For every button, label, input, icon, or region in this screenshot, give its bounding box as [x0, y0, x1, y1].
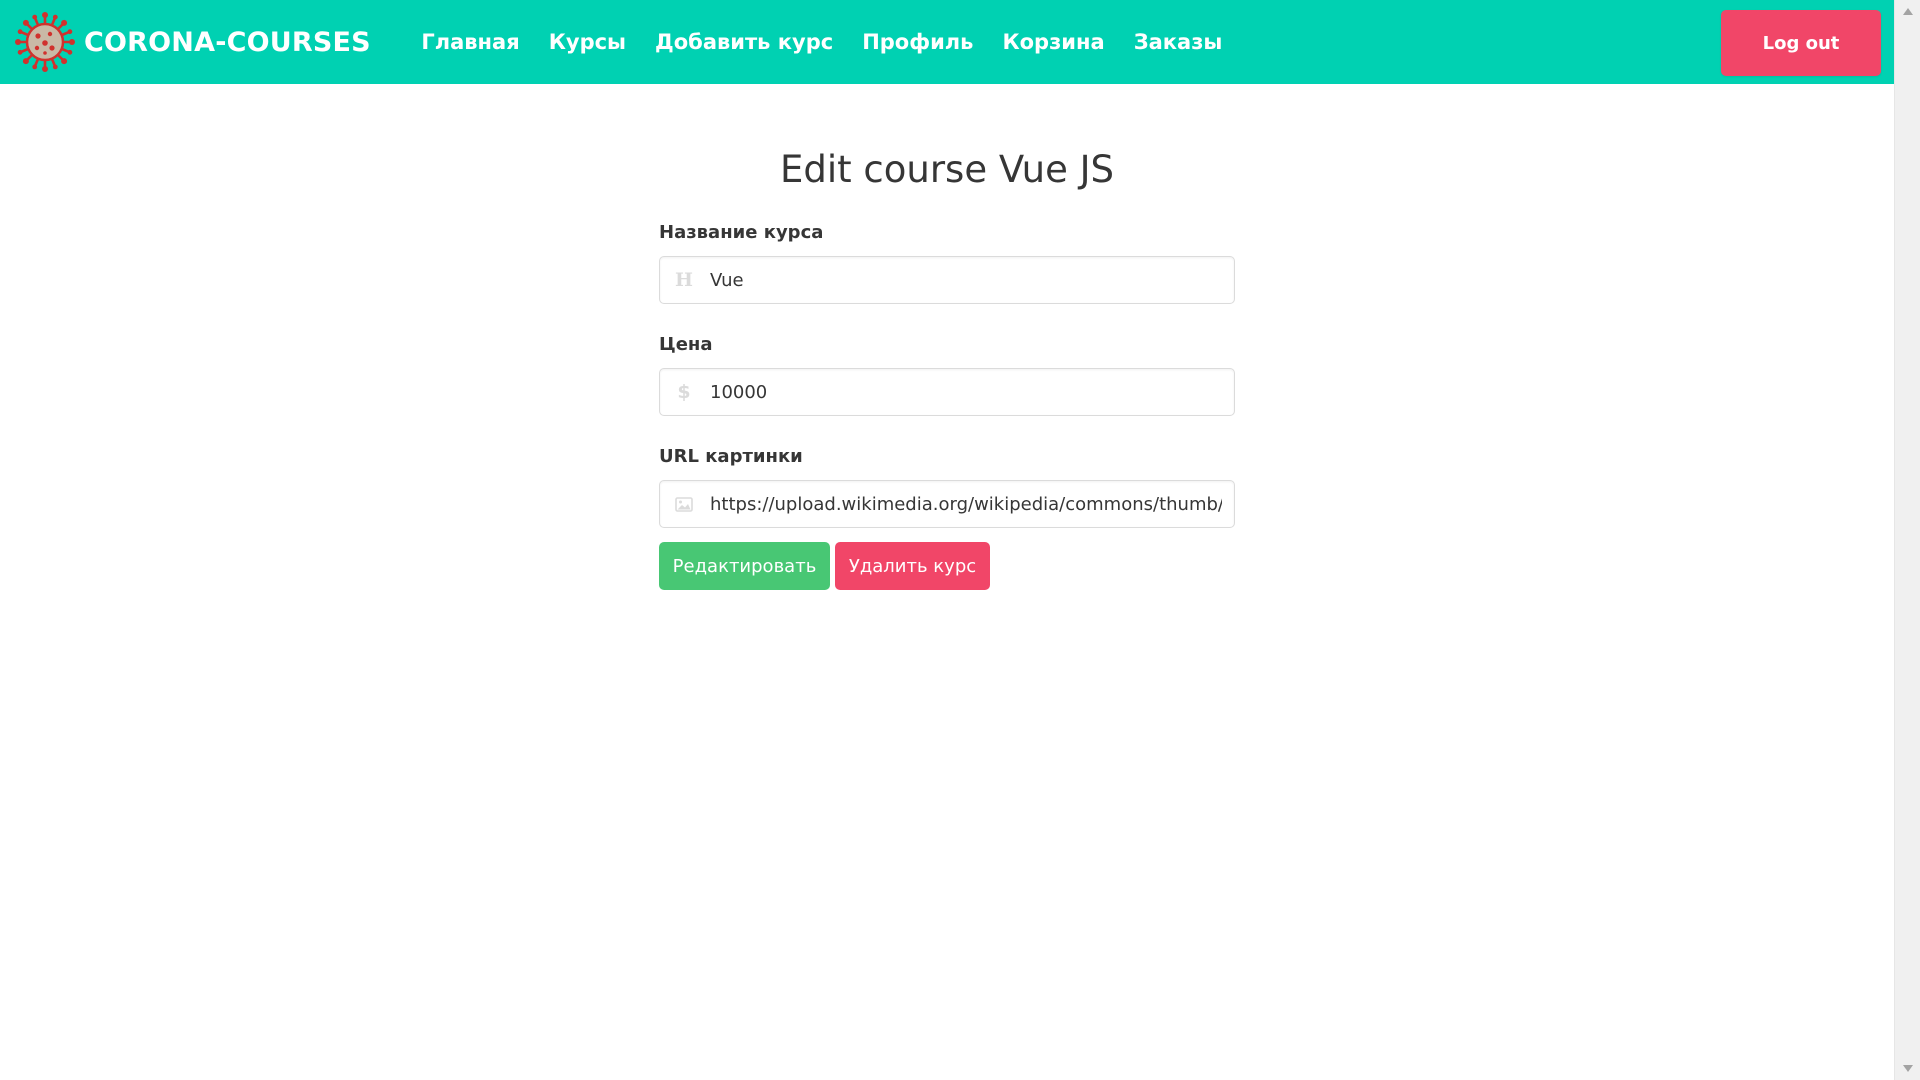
logout-button[interactable]: Log out — [1721, 10, 1881, 76]
nav-item-add-course[interactable]: Добавить курс — [641, 0, 848, 84]
form-actions: Редактировать Удалить курс — [659, 542, 1235, 590]
nav-item-profile[interactable]: Профиль — [848, 0, 988, 84]
price-label: Цена — [659, 334, 713, 355]
course-name-input[interactable] — [659, 256, 1235, 304]
nav-item-orders[interactable]: Заказы — [1119, 0, 1237, 84]
nav-item-home[interactable]: Главная — [407, 0, 534, 84]
price-input[interactable] — [659, 368, 1235, 416]
vertical-scrollbar[interactable] — [1894, 0, 1920, 1080]
delete-course-button[interactable]: Удалить курс — [835, 542, 990, 590]
course-name-field: H — [659, 256, 1235, 304]
image-url-field — [659, 480, 1235, 528]
brand-name: CORONA-COURSES — [84, 26, 371, 58]
nav-item-cart[interactable]: Корзина — [988, 0, 1119, 84]
edit-course-form: Название курса H Цена $ URL картинки Ред… — [659, 222, 1235, 590]
virus-icon — [15, 12, 75, 72]
price-field: $ — [659, 368, 1235, 416]
navbar: CORONA-COURSES Главная Курсы Добавить ку… — [0, 0, 1894, 84]
edit-button[interactable]: Редактировать — [659, 542, 830, 590]
course-name-label: Название курса — [659, 222, 824, 243]
nav-menu: Главная Курсы Добавить курс Профиль Корз… — [407, 0, 1237, 84]
page-title: Edit course Vue JS — [779, 148, 1115, 191]
scroll-up-arrow-icon[interactable] — [1903, 8, 1913, 15]
image-url-input[interactable] — [659, 480, 1235, 528]
nav-item-courses[interactable]: Курсы — [534, 0, 640, 84]
brand-link[interactable]: CORONA-COURSES — [14, 0, 371, 84]
image-url-label: URL картинки — [659, 446, 803, 467]
scroll-down-arrow-icon[interactable] — [1903, 1065, 1913, 1072]
